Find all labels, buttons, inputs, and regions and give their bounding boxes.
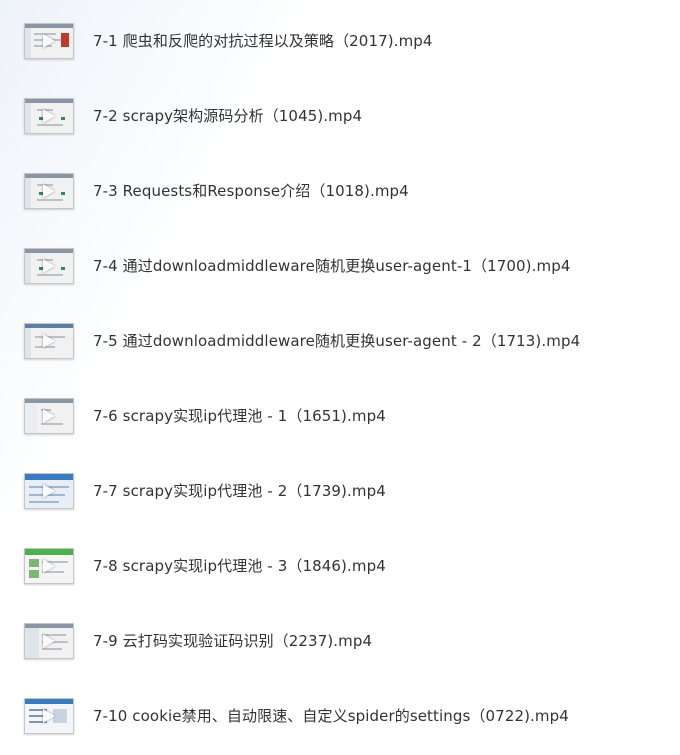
video-thumbnail-icon[interactable] <box>24 248 74 284</box>
list-item[interactable]: 7-7 scrapy实现ip代理池 - 2（1739).mp4 <box>0 453 680 528</box>
file-name[interactable]: 7-2 scrapy架构源码分析（1045).mp4 <box>93 105 362 126</box>
video-thumbnail-icon[interactable] <box>24 398 74 434</box>
video-thumbnail-icon[interactable] <box>24 323 74 359</box>
file-name[interactable]: 7-1 爬虫和反爬的对抗过程以及策略（2017).mp4 <box>93 30 433 51</box>
video-thumbnail-icon[interactable] <box>24 698 74 734</box>
list-item[interactable]: 7-6 scrapy实现ip代理池 - 1（1651).mp4 <box>0 378 680 453</box>
video-thumbnail-icon[interactable] <box>24 98 74 134</box>
file-name[interactable]: 7-9 云打码实现验证码识别（2237).mp4 <box>93 630 372 651</box>
file-list: 7-1 爬虫和反爬的对抗过程以及策略（2017).mp4 7-2 scrapy架… <box>0 0 680 755</box>
video-thumbnail-icon[interactable] <box>24 473 74 509</box>
file-name[interactable]: 7-8 scrapy实现ip代理池 - 3（1846).mp4 <box>93 555 386 576</box>
list-item[interactable]: 7-9 云打码实现验证码识别（2237).mp4 <box>0 603 680 678</box>
file-name[interactable]: 7-4 通过downloadmiddleware随机更换user-agent-1… <box>93 255 570 276</box>
file-name[interactable]: 7-5 通过downloadmiddleware随机更换user-agent -… <box>93 330 580 351</box>
video-thumbnail-icon[interactable] <box>24 623 74 659</box>
list-item[interactable]: 7-8 scrapy实现ip代理池 - 3（1846).mp4 <box>0 528 680 603</box>
list-item[interactable]: 7-3 Requests和Response介绍（1018).mp4 <box>0 153 680 228</box>
file-name[interactable]: 7-7 scrapy实现ip代理池 - 2（1739).mp4 <box>93 480 386 501</box>
list-item[interactable]: 7-2 scrapy架构源码分析（1045).mp4 <box>0 78 680 153</box>
list-item[interactable]: 7-10 cookie禁用、自动限速、自定义spider的settings（07… <box>0 678 680 753</box>
video-thumbnail-icon[interactable] <box>24 23 74 59</box>
file-name[interactable]: 7-3 Requests和Response介绍（1018).mp4 <box>93 180 409 201</box>
video-thumbnail-icon[interactable] <box>24 173 74 209</box>
list-item[interactable]: 7-1 爬虫和反爬的对抗过程以及策略（2017).mp4 <box>0 3 680 78</box>
list-item[interactable]: 7-4 通过downloadmiddleware随机更换user-agent-1… <box>0 228 680 303</box>
video-thumbnail-icon[interactable] <box>24 548 74 584</box>
file-name[interactable]: 7-10 cookie禁用、自动限速、自定义spider的settings（07… <box>93 705 569 726</box>
file-name[interactable]: 7-6 scrapy实现ip代理池 - 1（1651).mp4 <box>93 405 386 426</box>
list-item[interactable]: 7-5 通过downloadmiddleware随机更换user-agent -… <box>0 303 680 378</box>
